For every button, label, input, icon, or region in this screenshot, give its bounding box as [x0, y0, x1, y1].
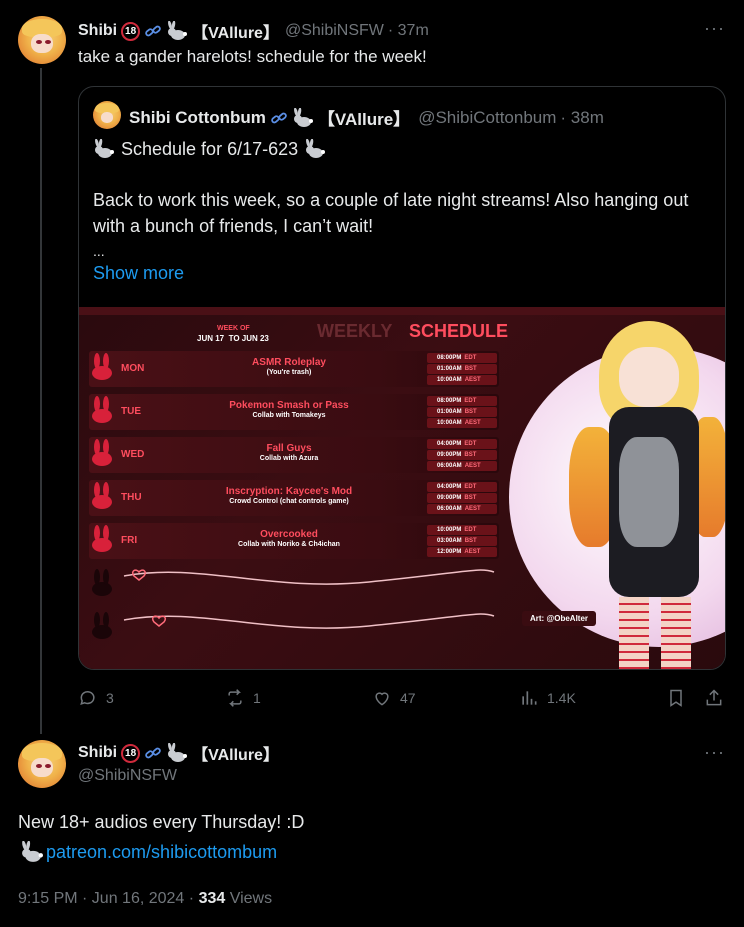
views-count: 1.4K: [547, 690, 576, 706]
week-range: JUN 17 TO JUN 23: [197, 334, 269, 343]
post-time[interactable]: · 37m: [388, 22, 429, 40]
views-total: 334: [198, 890, 226, 907]
time-list: 08:00PM EDT 01:00AM BST 10:00AM AEST: [427, 353, 497, 386]
empty-day-decoration: [123, 569, 495, 629]
rabbit-icon: [306, 139, 326, 158]
repost-button[interactable]: 1: [225, 688, 261, 708]
quoted-ellipsis: ...: [93, 243, 105, 259]
quoted-body: Back to work this week, so a couple of l…: [93, 190, 689, 236]
quoted-time: · 38m: [560, 107, 604, 127]
quoted-display-name: Shibi Cottonbum: [129, 107, 266, 127]
avatar[interactable]: [18, 740, 66, 788]
reply-count: 3: [106, 690, 114, 706]
day-label: WED: [121, 449, 145, 460]
main-tweet-header: Shibi 18 【VAllure】: [78, 741, 279, 765]
main-tweet-text: New 18+ audios every Thursday! :D: [18, 812, 305, 832]
avatar[interactable]: [18, 16, 66, 64]
quoted-tweet-card[interactable]: Shibi Cottonbum 【VAllure】 @ShibiCottonbu…: [78, 86, 726, 670]
like-count: 47: [400, 690, 416, 706]
chain-link-icon: [271, 112, 287, 123]
heart-icon: [375, 692, 389, 706]
bookmark-icon: [670, 689, 682, 707]
bunny-row-icons: [92, 353, 112, 639]
more-options-button[interactable]: ···: [704, 742, 725, 763]
tweet-header: Shibi 18 【VAllure】 @ShibiNSFW · 37m: [78, 20, 429, 42]
day-label: MON: [121, 363, 145, 374]
show-more-link[interactable]: Show more: [93, 263, 184, 284]
more-options-button[interactable]: ···: [704, 18, 725, 39]
main-tweet-link-line: patreon.com/shibicottombum: [18, 840, 277, 864]
user-handle[interactable]: @ShibiNSFW: [285, 22, 384, 40]
repost-count: 1: [253, 690, 261, 706]
day-label: TUE: [121, 406, 141, 417]
event-title: Inscryption: Kaycee's Mod: [225, 486, 353, 497]
bookmark-button[interactable]: [666, 688, 686, 708]
event-title: ASMR Roleplay: [252, 357, 326, 368]
event-subtitle: Collab with Noriko & Ch4ichan: [238, 541, 340, 548]
display-name-tag: 【VAllure】: [192, 25, 279, 42]
schedule-title: Schedule for 6/17-623: [121, 139, 299, 159]
chain-link-icon: [145, 747, 161, 759]
share-button[interactable]: [704, 688, 724, 708]
rabbit-icon: [168, 743, 188, 762]
art-credit: Art: @ObeAlter: [522, 611, 597, 626]
rabbit-icon: [168, 21, 188, 40]
quoted-handle: @ShibiCottonbum: [418, 107, 557, 127]
rabbit-icon: [95, 139, 114, 158]
week-of-label: WEEK OF: [217, 325, 250, 332]
reply-button[interactable]: 3: [78, 688, 114, 708]
eighteen-plus-icon: 18: [121, 743, 141, 763]
thread-connector: [40, 68, 42, 734]
event-title: Fall Guys: [266, 443, 312, 454]
tweet-text: take a gander harelots! schedule for the…: [78, 47, 427, 66]
quoted-header: Shibi Cottonbum 【VAllure】 @ShibiCottonbu…: [129, 105, 604, 130]
rabbit-icon: [22, 841, 43, 862]
tweet-meta: 9:15 PM · Jun 16, 2024 · 334 Views: [18, 890, 272, 908]
quoted-avatar: [93, 101, 121, 129]
day-label: THU: [121, 492, 142, 503]
views-label: Views: [229, 890, 273, 907]
display-name-tag: 【VAllure】: [192, 747, 279, 764]
day-label: FRI: [121, 535, 138, 546]
display-name[interactable]: Shibi: [78, 22, 117, 40]
event-title: Pokemon Smash or Pass: [229, 400, 349, 411]
time-list: 10:00PM EDT 03:00AM BST 12:00PM AEST: [427, 525, 497, 558]
user-handle[interactable]: @ShibiNSFW: [78, 767, 177, 785]
eighteen-plus-icon: 18: [121, 21, 141, 41]
share-icon: [706, 689, 722, 706]
heading-schedule: SCHEDULE: [409, 321, 509, 341]
display-name[interactable]: Shibi: [78, 744, 117, 762]
views-button[interactable]: 1.4K: [519, 688, 576, 708]
time-list: 08:00PM EDT 01:00AM BST 10:00AM AEST: [427, 396, 497, 429]
rabbit-icon: [293, 107, 313, 127]
quoted-line-1: Schedule for 6/17-623: [93, 137, 326, 161]
chain-link-icon: [145, 25, 161, 37]
event-subtitle: Collab with Tomakeys: [252, 412, 326, 419]
event-subtitle: Crowd Control (chat controls game): [229, 498, 349, 505]
timestamp[interactable]: 9:15 PM · Jun 16, 2024 ·: [18, 890, 194, 907]
time-list: 04:00PM EDT 09:00PM BST 06:00AM AEST: [427, 439, 497, 472]
event-subtitle: Collab with Azura: [259, 455, 319, 462]
heading-weekly: WEEKLY: [317, 321, 393, 341]
like-button[interactable]: 47: [372, 688, 416, 708]
schedule-image[interactable]: WEEK OF JUN 17 TO JUN 23 WEEKLY SCHEDULE…: [79, 307, 725, 669]
repost-icon: [228, 689, 242, 707]
event-title: Overcooked: [260, 529, 318, 540]
views-chart-icon: [522, 691, 537, 705]
patreon-link[interactable]: patreon.com/shibicottombum: [46, 840, 277, 864]
time-list: 04:00PM EDT 09:00PM BST 06:00AM AEST: [427, 482, 497, 515]
reply-icon: [80, 691, 95, 705]
event-subtitle: (You're trash): [266, 369, 312, 376]
quoted-display-name-tag: 【VAllure】: [317, 110, 411, 129]
